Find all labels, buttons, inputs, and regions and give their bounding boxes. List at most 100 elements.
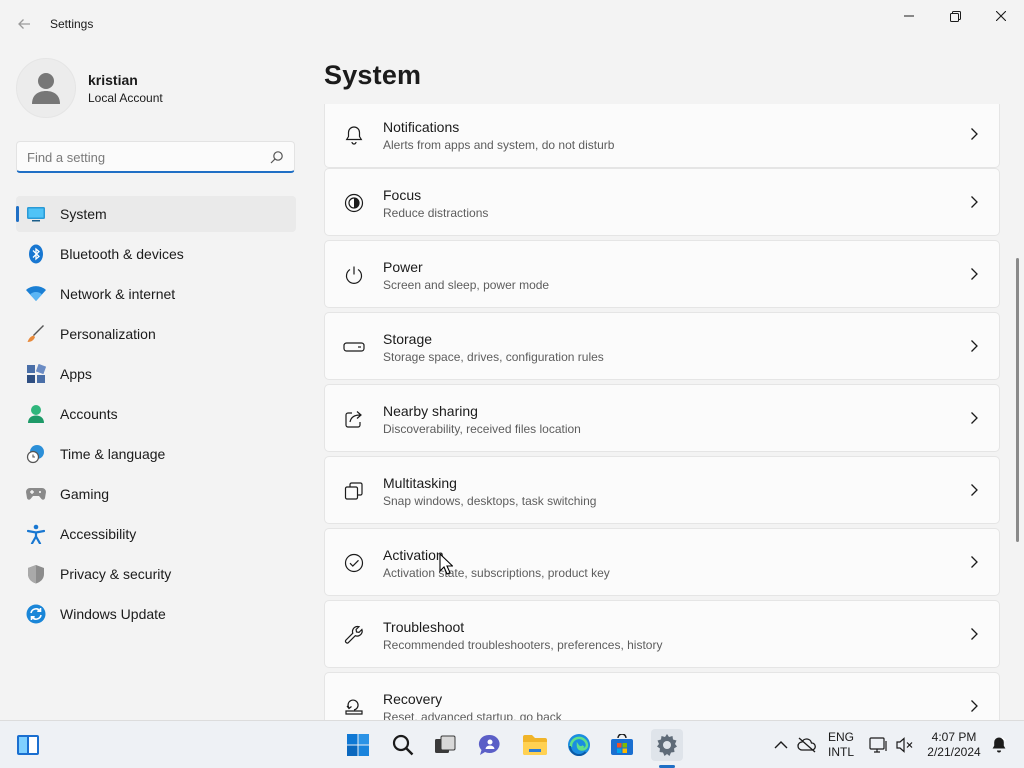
sidebar-item-gaming[interactable]: Gaming (16, 476, 296, 512)
maximize-button[interactable] (932, 0, 978, 32)
input-language-indicator[interactable]: ENG INTL (824, 730, 858, 760)
card-description: Storage space, drives, configuration rul… (383, 350, 604, 364)
back-button[interactable] (10, 10, 38, 38)
card-title: Storage (383, 331, 433, 347)
title-bar: Settings (0, 0, 1024, 48)
sidebar-item-label: Apps (60, 366, 92, 382)
chevron-right-icon (971, 268, 978, 280)
globe-clock-icon (26, 444, 46, 464)
chat-button[interactable] (474, 729, 506, 761)
notification-bell-icon (992, 737, 1007, 753)
chevron-right-icon (971, 196, 978, 208)
card-recovery[interactable]: Recovery Reset, advanced startup, go bac… (324, 672, 1000, 720)
card-focus[interactable]: Focus Reduce distractions (324, 168, 1000, 236)
card-description: Reduce distractions (383, 206, 489, 220)
close-button[interactable] (978, 0, 1024, 32)
onedrive-button[interactable] (793, 729, 821, 761)
card-storage[interactable]: Storage Storage space, drives, configura… (324, 312, 1000, 380)
sidebar-item-windows-update[interactable]: Windows Update (16, 596, 296, 632)
sidebar-item-bluetooth[interactable]: Bluetooth & devices (16, 236, 296, 272)
chevron-right-icon (971, 412, 978, 424)
card-notifications[interactable]: Notifications Alerts from apps and syste… (324, 104, 1000, 168)
card-description: Reset, advanced startup, go back (383, 710, 562, 720)
apps-icon (26, 364, 46, 384)
microsoft-store-button[interactable] (606, 729, 638, 761)
card-activation[interactable]: Activation Activation state, subscriptio… (324, 528, 1000, 596)
sidebar-item-accessibility[interactable]: Accessibility (16, 516, 296, 552)
taskbar-search-button[interactable] (387, 729, 419, 761)
card-nearby-sharing[interactable]: Nearby sharing Discoverability, received… (324, 384, 1000, 452)
minimize-button[interactable] (886, 0, 932, 32)
network-icon (869, 737, 887, 753)
sidebar-item-system[interactable]: System (16, 196, 296, 232)
user-name: kristian (88, 72, 138, 88)
back-arrow-icon (18, 19, 30, 29)
restore-icon (949, 10, 961, 22)
search-icon[interactable] (270, 150, 284, 164)
account-type: Local Account (88, 91, 163, 105)
sidebar-item-label: System (60, 206, 107, 222)
task-view-button[interactable] (429, 729, 461, 761)
sidebar-item-label: Windows Update (60, 606, 166, 622)
card-title: Multitasking (383, 475, 457, 491)
show-hidden-icons-button[interactable] (767, 729, 795, 761)
page-title: System (324, 60, 422, 90)
clock-date: 2/21/2024 (927, 745, 981, 759)
volume-button[interactable] (891, 729, 919, 761)
card-title: Focus (383, 187, 422, 203)
edge-browser-button[interactable] (563, 729, 595, 761)
accounts-icon (26, 404, 46, 424)
avatar (16, 58, 76, 118)
notification-center-button[interactable] (986, 729, 1012, 761)
card-power[interactable]: Power Screen and sleep, power mode (324, 240, 1000, 308)
wrench-icon (343, 624, 365, 646)
check-circle-icon (343, 552, 365, 574)
start-button[interactable] (342, 729, 374, 761)
sidebar-item-label: Network & internet (60, 286, 176, 302)
widgets-button[interactable] (12, 729, 44, 761)
sidebar-item-privacy[interactable]: Privacy & security (16, 556, 296, 592)
close-icon (996, 11, 1006, 21)
card-troubleshoot[interactable]: Troubleshoot Recommended troubleshooters… (324, 600, 1000, 668)
sidebar-item-apps[interactable]: Apps (16, 356, 296, 392)
user-profile[interactable]: kristian Local Account (16, 58, 296, 118)
scrollbar-thumb[interactable] (1016, 258, 1019, 542)
network-status-button[interactable] (865, 729, 893, 761)
card-title: Recovery (383, 691, 443, 707)
clock[interactable]: 4:07 PM 2/21/2024 (922, 730, 986, 760)
sidebar-item-label: Accessibility (60, 526, 137, 542)
shield-icon (26, 564, 46, 584)
sidebar-item-label: Privacy & security (60, 566, 172, 582)
cloud-offline-icon (797, 737, 816, 753)
sidebar-item-label: Bluetooth & devices (60, 246, 184, 262)
bluetooth-icon (26, 244, 46, 264)
file-explorer-button[interactable] (519, 729, 551, 761)
card-title: Power (383, 259, 423, 275)
chat-icon (478, 734, 500, 755)
focus-icon (343, 192, 365, 214)
search-input[interactable] (17, 142, 267, 172)
clock-time: 4:07 PM (931, 730, 977, 744)
sidebar-item-accounts[interactable]: Accounts (16, 396, 296, 432)
multitasking-icon (343, 480, 365, 502)
wifi-icon (26, 284, 46, 304)
edge-icon (568, 734, 590, 757)
sidebar-item-personalization[interactable]: Personalization (16, 316, 296, 352)
sidebar-item-network[interactable]: Network & internet (16, 276, 296, 312)
minimize-icon (904, 15, 914, 17)
card-description: Discoverability, received files location (383, 422, 581, 436)
keyboard-layout: INTL (827, 745, 854, 759)
chevron-right-icon (971, 128, 978, 140)
sidebar-item-time-language[interactable]: Time & language (16, 436, 296, 472)
update-icon (26, 604, 46, 624)
system-icon (26, 204, 46, 224)
card-multitasking[interactable]: Multitasking Snap windows, desktops, tas… (324, 456, 1000, 524)
chevron-right-icon (971, 700, 978, 712)
card-title: Nearby sharing (383, 403, 478, 419)
settings-app-button[interactable] (651, 729, 683, 761)
search-box (16, 141, 295, 173)
mouse-cursor-icon (439, 553, 453, 575)
card-description: Screen and sleep, power mode (383, 278, 550, 292)
card-description: Alerts from apps and system, do not dist… (383, 138, 615, 152)
card-description: Recommended troubleshooters, preferences… (383, 638, 663, 652)
